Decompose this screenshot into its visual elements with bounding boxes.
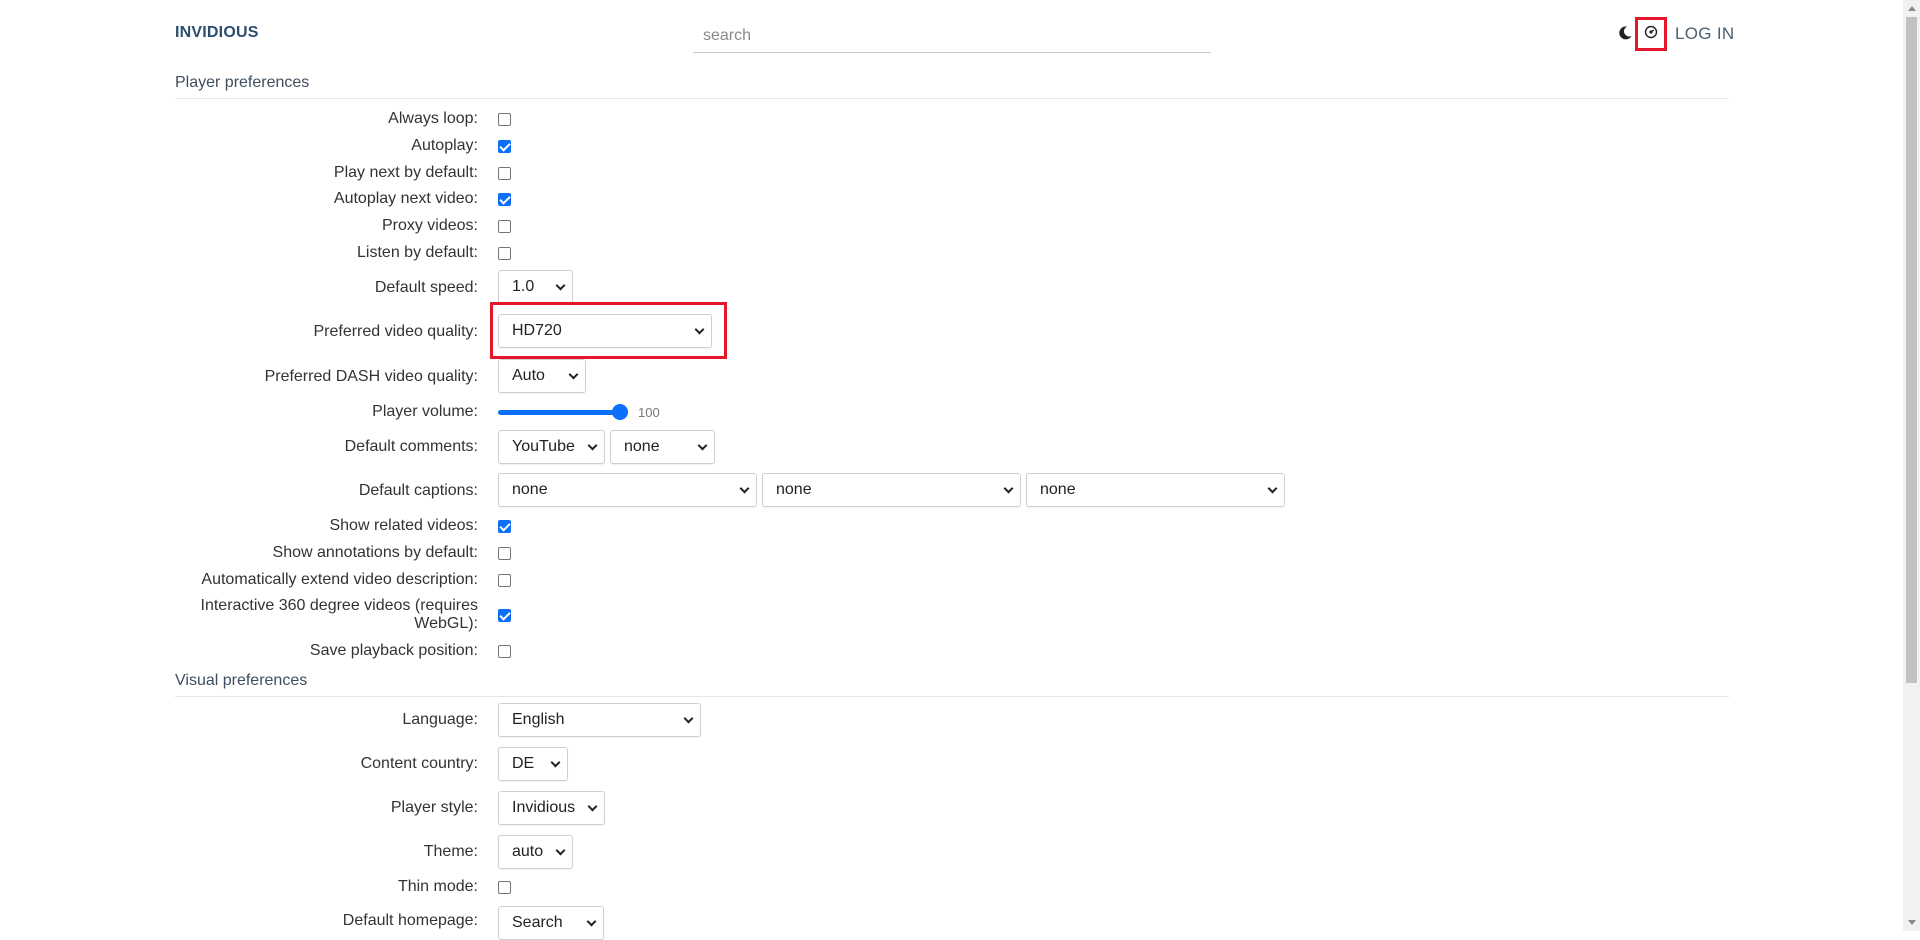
chevron-down-icon: [568, 369, 579, 380]
save-position-checkbox[interactable]: [498, 645, 511, 658]
captions-select-2[interactable]: none: [762, 473, 1021, 507]
page-scrollbar[interactable]: [1903, 0, 1920, 931]
proxy-videos-checkbox[interactable]: [498, 220, 511, 233]
volume-slider[interactable]: [498, 410, 622, 415]
chevron-down-icon: [1267, 483, 1278, 494]
thin-mode-label: Thin mode:: [397, 878, 478, 895]
chevron-down-icon: [587, 801, 598, 812]
speed-label: Default speed:: [374, 279, 478, 296]
language-value: English: [512, 711, 565, 728]
chevron-down-icon: [586, 916, 597, 927]
country-label: Content country:: [360, 755, 478, 772]
visual-preferences-title: Visual preferences: [175, 672, 308, 689]
autoplay-label: Autoplay:: [411, 137, 478, 154]
thin-mode-checkbox[interactable]: [498, 881, 511, 894]
player-style-select[interactable]: Invidious: [498, 791, 605, 825]
language-label: Language:: [402, 711, 478, 728]
volume-label: Player volume:: [372, 403, 478, 420]
dash-quality-value: Auto: [512, 367, 545, 384]
volume-slider-handle[interactable]: [612, 404, 628, 420]
annotations-label: Show annotations by default:: [272, 544, 478, 561]
moon-icon[interactable]: [1617, 25, 1633, 41]
chevron-down-icon: [550, 757, 561, 768]
theme-value: auto: [512, 843, 544, 860]
logo-link[interactable]: INVIDIOUS: [175, 24, 259, 42]
listen-label: Listen by default:: [357, 244, 478, 261]
speed-value: 1.0: [512, 278, 535, 295]
captions-select-3[interactable]: none: [1026, 473, 1285, 507]
comments-value-primary: YouTube: [512, 438, 575, 455]
related-label: Show related videos:: [329, 517, 478, 534]
preferences-button[interactable]: [1635, 17, 1667, 51]
captions-value-1: none: [512, 481, 548, 498]
vr360-checkbox[interactable]: [498, 609, 511, 622]
player-style-label: Player style:: [390, 799, 478, 816]
always-loop-checkbox[interactable]: [498, 113, 511, 126]
country-select[interactable]: DE: [498, 747, 568, 781]
speed-select[interactable]: 1.0: [498, 270, 573, 304]
dash-quality-select[interactable]: Auto: [498, 359, 586, 393]
play-next-label: Play next by default:: [333, 164, 478, 181]
scroll-up-icon[interactable]: [1908, 6, 1916, 11]
quality-label: Preferred video quality:: [313, 323, 478, 340]
save-position-label: Save playback position:: [309, 642, 478, 659]
related-checkbox[interactable]: [498, 520, 511, 533]
listen-checkbox[interactable]: [498, 247, 511, 260]
captions-select-1[interactable]: none: [498, 473, 757, 507]
player-style-value: Invidious: [512, 799, 576, 816]
comments-label: Default comments:: [344, 438, 478, 455]
captions-value-3: none: [1040, 481, 1076, 498]
login-link[interactable]: LOG IN: [1675, 24, 1734, 44]
chevron-down-icon: [1003, 483, 1014, 494]
divider: [175, 696, 1729, 697]
chevron-down-icon: [697, 440, 708, 451]
autoplay-checkbox[interactable]: [498, 140, 511, 153]
always-loop-label: Always loop:: [388, 110, 478, 127]
highlight-box: [490, 302, 727, 359]
chevron-down-icon: [587, 440, 598, 451]
country-value: DE: [512, 755, 535, 772]
captions-label: Default captions:: [358, 482, 478, 499]
scrollbar-thumb[interactable]: [1906, 17, 1917, 683]
homepage-value: Search: [512, 914, 563, 931]
language-select[interactable]: English: [498, 703, 701, 737]
captions-value-2: none: [776, 481, 812, 498]
chevron-down-icon: [739, 483, 750, 494]
theme-select[interactable]: auto: [498, 835, 573, 869]
player-preferences-title: Player preferences: [175, 74, 310, 91]
chevron-down-icon: [555, 845, 566, 856]
autoplay-next-label: Autoplay next video:: [333, 190, 478, 207]
annotations-checkbox[interactable]: [498, 547, 511, 560]
vr360-label: Interactive 360 degree videos (requires …: [200, 597, 479, 632]
chevron-down-icon: [555, 280, 566, 291]
comments-value-secondary: none: [624, 438, 660, 455]
homepage-select[interactable]: Search: [498, 906, 604, 940]
divider: [175, 98, 1729, 99]
homepage-label: Default homepage:: [342, 912, 478, 929]
proxy-videos-label: Proxy videos:: [381, 217, 478, 234]
gear-icon: [1644, 25, 1658, 44]
volume-value: 100: [638, 405, 660, 420]
comments-select-primary[interactable]: YouTube: [498, 430, 605, 464]
theme-label: Theme:: [423, 843, 478, 860]
chevron-down-icon: [683, 713, 694, 724]
comments-select-secondary[interactable]: none: [610, 430, 715, 464]
play-next-checkbox[interactable]: [498, 167, 511, 180]
dash-quality-label: Preferred DASH video quality:: [264, 368, 478, 385]
extend-desc-label: Automatically extend video description:: [201, 571, 478, 588]
search-input[interactable]: [693, 19, 1211, 53]
extend-desc-checkbox[interactable]: [498, 574, 511, 587]
scroll-down-icon[interactable]: [1908, 920, 1916, 925]
autoplay-next-checkbox[interactable]: [498, 193, 511, 206]
